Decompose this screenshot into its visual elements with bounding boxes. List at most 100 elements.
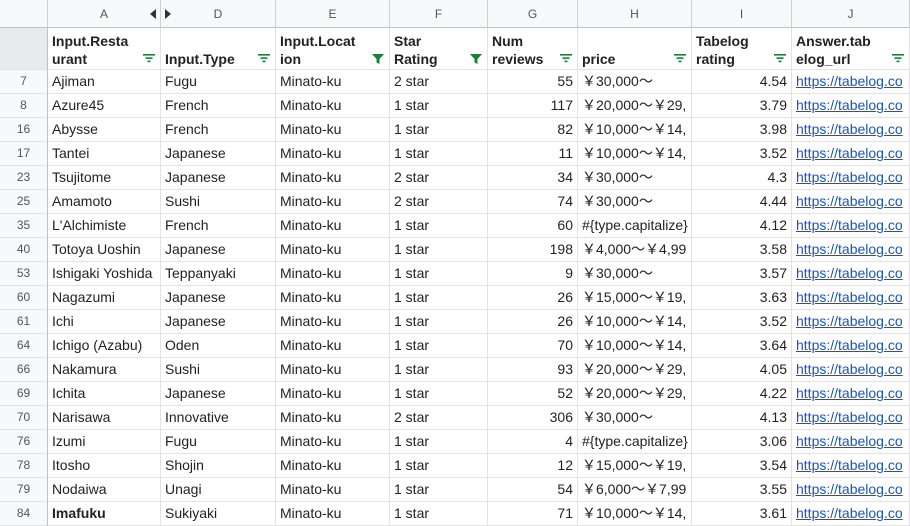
tabelog-url-link[interactable]: https://tabelog.co [796,73,903,89]
tabelog-url-link[interactable]: https://tabelog.co [796,193,903,209]
table-cell[interactable]: Minato-ku [276,454,390,478]
row-number[interactable]: 25 [0,190,48,214]
table-cell[interactable]: ￥30,000～ [578,190,692,214]
table-cell[interactable]: 4.44 [692,190,792,214]
table-cell[interactable]: ￥30,000～ [578,166,692,190]
table-cell[interactable]: Minato-ku [276,502,390,526]
table-cell[interactable]: Japanese [161,310,276,334]
table-cell[interactable]: https://tabelog.co [792,502,910,526]
row-number[interactable]: 84 [0,502,48,526]
table-cell[interactable]: L'Alchimiste [48,214,161,238]
table-cell[interactable]: Nagazumi [48,286,161,310]
table-cell[interactable]: 52 [488,382,578,406]
filter-icon[interactable] [673,53,687,63]
tabelog-url-link[interactable]: https://tabelog.co [796,337,903,353]
table-cell[interactable]: 9 [488,262,578,286]
table-cell[interactable]: 4.54 [692,70,792,94]
table-cell[interactable]: 70 [488,334,578,358]
select-all-corner[interactable] [0,0,48,28]
row-number[interactable]: 66 [0,358,48,382]
table-cell[interactable]: French [161,118,276,142]
table-cell[interactable]: ￥10,000～￥14, [578,310,692,334]
filter-icon[interactable] [559,53,573,63]
table-cell[interactable]: Minato-ku [276,190,390,214]
table-cell[interactable]: 4 [488,430,578,454]
table-cell[interactable]: 1 star [390,238,488,262]
table-cell[interactable]: Minato-ku [276,94,390,118]
table-cell[interactable]: 1 star [390,118,488,142]
table-cell[interactable]: Tsujitome [48,166,161,190]
row-number[interactable]: 8 [0,94,48,118]
table-cell[interactable]: Azure45 [48,94,161,118]
table-cell[interactable]: Japanese [161,382,276,406]
header-cell[interactable]: Answer.tab elog_url [792,28,910,70]
filter-icon[interactable] [773,53,787,63]
expand-right-arrow-icon[interactable] [165,9,171,19]
filter-active-icon[interactable] [371,53,385,64]
table-cell[interactable]: Minato-ku [276,382,390,406]
row-number[interactable]: 23 [0,166,48,190]
column-header-J[interactable]: J [792,0,910,28]
tabelog-url-link[interactable]: https://tabelog.co [796,409,903,425]
table-cell[interactable]: 3.64 [692,334,792,358]
table-cell[interactable]: Minato-ku [276,70,390,94]
table-cell[interactable]: 82 [488,118,578,142]
table-cell[interactable]: Minato-ku [276,286,390,310]
header-cell[interactable]: price [578,28,692,70]
table-cell[interactable]: https://tabelog.co [792,70,910,94]
filter-icon[interactable] [257,53,271,63]
row-number[interactable]: 61 [0,310,48,334]
table-cell[interactable]: ￥20,000～￥29, [578,358,692,382]
row-number[interactable]: 78 [0,454,48,478]
table-cell[interactable]: French [161,94,276,118]
table-cell[interactable]: https://tabelog.co [792,142,910,166]
table-cell[interactable]: 26 [488,310,578,334]
table-cell[interactable]: 1 star [390,262,488,286]
tabelog-url-link[interactable]: https://tabelog.co [796,361,903,377]
table-cell[interactable]: 1 star [390,94,488,118]
table-cell[interactable]: https://tabelog.co [792,478,910,502]
table-cell[interactable]: 4.3 [692,166,792,190]
table-cell[interactable]: ￥15,000～￥19, [578,454,692,478]
table-cell[interactable]: #{type.capitalize} [578,214,692,238]
row-number[interactable]: 53 [0,262,48,286]
table-cell[interactable]: 3.98 [692,118,792,142]
table-cell[interactable]: Ishigaki Yoshida [48,262,161,286]
header-cell[interactable]: Input.Locat ion [276,28,390,70]
table-cell[interactable]: https://tabelog.co [792,334,910,358]
table-cell[interactable]: French [161,214,276,238]
table-cell[interactable]: https://tabelog.co [792,190,910,214]
row-number[interactable] [0,28,48,70]
table-cell[interactable]: ￥30,000～ [578,406,692,430]
table-cell[interactable]: 74 [488,190,578,214]
table-cell[interactable]: 1 star [390,454,488,478]
table-cell[interactable]: 3.52 [692,142,792,166]
table-cell[interactable]: Minato-ku [276,478,390,502]
table-cell[interactable]: Nodaiwa [48,478,161,502]
table-cell[interactable]: Minato-ku [276,142,390,166]
table-cell[interactable]: Minato-ku [276,262,390,286]
tabelog-url-link[interactable]: https://tabelog.co [796,457,903,473]
table-cell[interactable]: Tantei [48,142,161,166]
table-cell[interactable]: 1 star [390,334,488,358]
filter-active-icon[interactable] [469,53,483,64]
tabelog-url-link[interactable]: https://tabelog.co [796,313,903,329]
table-cell[interactable]: Totoya Uoshin [48,238,161,262]
table-cell[interactable]: Minato-ku [276,166,390,190]
table-cell[interactable]: 26 [488,286,578,310]
table-cell[interactable]: 117 [488,94,578,118]
column-header-F[interactable]: F [390,0,488,28]
table-cell[interactable]: 1 star [390,142,488,166]
tabelog-url-link[interactable]: https://tabelog.co [796,145,903,161]
table-cell[interactable]: 2 star [390,70,488,94]
filter-icon[interactable] [891,53,905,63]
tabelog-url-link[interactable]: https://tabelog.co [796,505,903,521]
table-cell[interactable]: Japanese [161,286,276,310]
table-cell[interactable]: https://tabelog.co [792,382,910,406]
table-cell[interactable]: Ichigo (Azabu) [48,334,161,358]
column-header-H[interactable]: H [578,0,692,28]
table-cell[interactable]: Shojin [161,454,276,478]
table-cell[interactable]: 12 [488,454,578,478]
table-cell[interactable]: Teppanyaki [161,262,276,286]
table-cell[interactable]: 1 star [390,214,488,238]
